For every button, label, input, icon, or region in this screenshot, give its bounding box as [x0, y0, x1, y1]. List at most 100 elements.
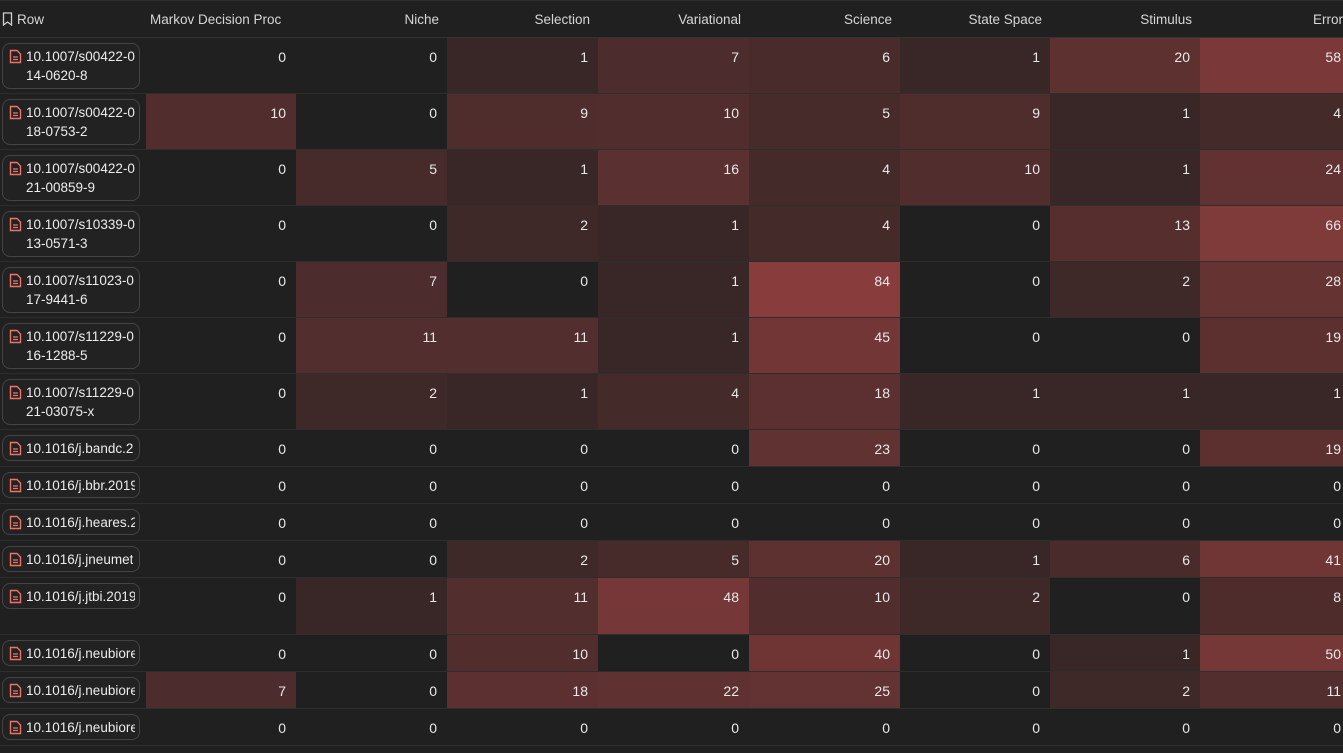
value-cell-selection[interactable]: 18	[447, 672, 598, 708]
row-id-chip[interactable]: 10.1016/j.bandc.2	[2, 435, 140, 461]
value-cell-stimulus[interactable]: 13	[1050, 206, 1200, 261]
row-id-chip[interactable]: 10.1016/j.neubiore	[2, 677, 140, 703]
value-cell-science[interactable]: 45	[749, 318, 900, 373]
value-cell-state-space[interactable]: 10	[900, 150, 1050, 205]
value-cell-variational[interactable]: 1	[598, 262, 749, 317]
value-cell-variational[interactable]: 0	[598, 467, 749, 503]
value-cell-niche[interactable]: 0	[296, 635, 447, 671]
row-id-chip[interactable]: 10.1007/s00422-018-0753-2	[2, 99, 140, 145]
value-cell-science[interactable]: 23	[749, 430, 900, 466]
value-cell-niche[interactable]: 0	[296, 672, 447, 708]
value-cell-selection[interactable]: 0	[447, 709, 598, 745]
column-header-science[interactable]: Science	[749, 1, 900, 37]
value-cell-markov-decision-proc[interactable]: 0	[146, 541, 296, 577]
value-cell-variational[interactable]: 1	[598, 206, 749, 261]
value-cell-state-space[interactable]: 1	[900, 38, 1050, 93]
value-cell-science[interactable]: 0	[749, 504, 900, 540]
value-cell-selection[interactable]: 1	[447, 38, 598, 93]
value-cell-variational[interactable]: 7	[598, 38, 749, 93]
value-cell-variational[interactable]: 5	[598, 541, 749, 577]
value-cell-selection[interactable]: 9	[447, 94, 598, 149]
row-id-chip[interactable]: 10.1007/s11023-017-9441-6	[2, 267, 140, 313]
column-header-row[interactable]: Row	[0, 1, 146, 37]
table-row[interactable]: 10.1016/j.neubiore 0 0 0 0 0 0 0 0	[0, 709, 1343, 746]
value-cell-error[interactable]: 24	[1200, 150, 1343, 205]
value-cell-science[interactable]: 20	[749, 541, 900, 577]
value-cell-state-space[interactable]: 0	[900, 262, 1050, 317]
value-cell-selection[interactable]: 11	[447, 318, 598, 373]
value-cell-variational[interactable]: 0	[598, 430, 749, 466]
value-cell-stimulus[interactable]: 6	[1050, 541, 1200, 577]
value-cell-variational[interactable]: 0	[598, 709, 749, 745]
value-cell-variational[interactable]: 22	[598, 672, 749, 708]
value-cell-error[interactable]: 58	[1200, 38, 1343, 93]
value-cell-variational[interactable]: 0	[598, 504, 749, 540]
value-cell-markov-decision-proc[interactable]: 0	[146, 504, 296, 540]
value-cell-error[interactable]: 0	[1200, 709, 1343, 745]
value-cell-selection[interactable]: 2	[447, 206, 598, 261]
value-cell-error[interactable]: 8	[1200, 578, 1343, 634]
value-cell-science[interactable]: 0	[749, 467, 900, 503]
value-cell-error[interactable]: 11	[1200, 672, 1343, 708]
value-cell-markov-decision-proc[interactable]: 10	[146, 94, 296, 149]
value-cell-state-space[interactable]: 0	[900, 635, 1050, 671]
column-header-error[interactable]: Error	[1200, 1, 1343, 37]
value-cell-variational[interactable]: 10	[598, 94, 749, 149]
value-cell-error[interactable]: 41	[1200, 541, 1343, 577]
value-cell-markov-decision-proc[interactable]: 0	[146, 206, 296, 261]
table-row[interactable]: 10.1007/s11023-017-9441-6 0 7 0 1 84 0 2 28	[0, 262, 1343, 318]
value-cell-stimulus[interactable]: 2	[1050, 262, 1200, 317]
value-cell-stimulus[interactable]: 1	[1050, 374, 1200, 429]
table-row[interactable]: 10.1016/j.neubiore 0 0 10 0 40 0 1 50	[0, 635, 1343, 672]
value-cell-markov-decision-proc[interactable]: 0	[146, 150, 296, 205]
table-row[interactable]: 10.1007/s00422-014-0620-8 0 0 1 7 6 1 20 58	[0, 38, 1343, 94]
value-cell-stimulus[interactable]: 1	[1050, 635, 1200, 671]
value-cell-stimulus[interactable]: 2	[1050, 672, 1200, 708]
value-cell-stimulus[interactable]: 0	[1050, 467, 1200, 503]
value-cell-niche[interactable]: 2	[296, 374, 447, 429]
value-cell-error[interactable]: 1	[1200, 374, 1343, 429]
value-cell-niche[interactable]: 5	[296, 150, 447, 205]
value-cell-stimulus[interactable]: 20	[1050, 38, 1200, 93]
value-cell-selection[interactable]: 1	[447, 374, 598, 429]
row-id-chip[interactable]: 10.1007/s00422-014-0620-8	[2, 43, 140, 89]
column-header-stimulus[interactable]: Stimulus	[1050, 1, 1200, 37]
value-cell-niche[interactable]: 11	[296, 318, 447, 373]
value-cell-error[interactable]: 4	[1200, 94, 1343, 149]
value-cell-state-space[interactable]: 0	[900, 318, 1050, 373]
table-row[interactable]: 10.1016/j.bandc.2 0 0 0 0 23 0 0 19	[0, 430, 1343, 467]
value-cell-error[interactable]: 0	[1200, 467, 1343, 503]
value-cell-stimulus[interactable]: 0	[1050, 504, 1200, 540]
value-cell-markov-decision-proc[interactable]: 0	[146, 709, 296, 745]
row-id-chip[interactable]: 10.1007/s11229-016-1288-5	[2, 323, 140, 369]
value-cell-selection[interactable]: 0	[447, 262, 598, 317]
table-row[interactable]: 10.1007/s00422-018-0753-2 10 0 9 10 5 9 1 4	[0, 94, 1343, 150]
value-cell-niche[interactable]: 0	[296, 709, 447, 745]
value-cell-science[interactable]: 10	[749, 578, 900, 634]
value-cell-state-space[interactable]: 0	[900, 430, 1050, 466]
value-cell-stimulus[interactable]: 0	[1050, 709, 1200, 745]
value-cell-markov-decision-proc[interactable]: 0	[146, 374, 296, 429]
value-cell-science[interactable]: 6	[749, 38, 900, 93]
value-cell-variational[interactable]: 16	[598, 150, 749, 205]
value-cell-science[interactable]: 0	[749, 709, 900, 745]
value-cell-markov-decision-proc[interactable]: 7	[146, 672, 296, 708]
table-row[interactable]: 10.1007/s11229-021-03075-x 0 2 1 4 18 1 1 1	[0, 374, 1343, 430]
value-cell-niche[interactable]: 0	[296, 430, 447, 466]
value-cell-niche[interactable]: 0	[296, 504, 447, 540]
row-id-chip[interactable]: 10.1016/j.jneumet	[2, 546, 140, 572]
table-row[interactable]: 10.1016/j.jtbi.2019 0 1 11 48 10 2 0 8	[0, 578, 1343, 635]
value-cell-stimulus[interactable]: 0	[1050, 578, 1200, 634]
value-cell-error[interactable]: 19	[1200, 318, 1343, 373]
value-cell-markov-decision-proc[interactable]: 0	[146, 578, 296, 634]
value-cell-markov-decision-proc[interactable]: 0	[146, 635, 296, 671]
value-cell-science[interactable]: 18	[749, 374, 900, 429]
value-cell-state-space[interactable]: 0	[900, 467, 1050, 503]
value-cell-error[interactable]: 50	[1200, 635, 1343, 671]
value-cell-niche[interactable]: 0	[296, 206, 447, 261]
value-cell-selection[interactable]: 0	[447, 467, 598, 503]
table-row[interactable]: 10.1016/j.bbr.2019 0 0 0 0 0 0 0 0	[0, 467, 1343, 504]
value-cell-state-space[interactable]: 1	[900, 541, 1050, 577]
value-cell-niche[interactable]: 0	[296, 467, 447, 503]
value-cell-markov-decision-proc[interactable]: 0	[146, 262, 296, 317]
